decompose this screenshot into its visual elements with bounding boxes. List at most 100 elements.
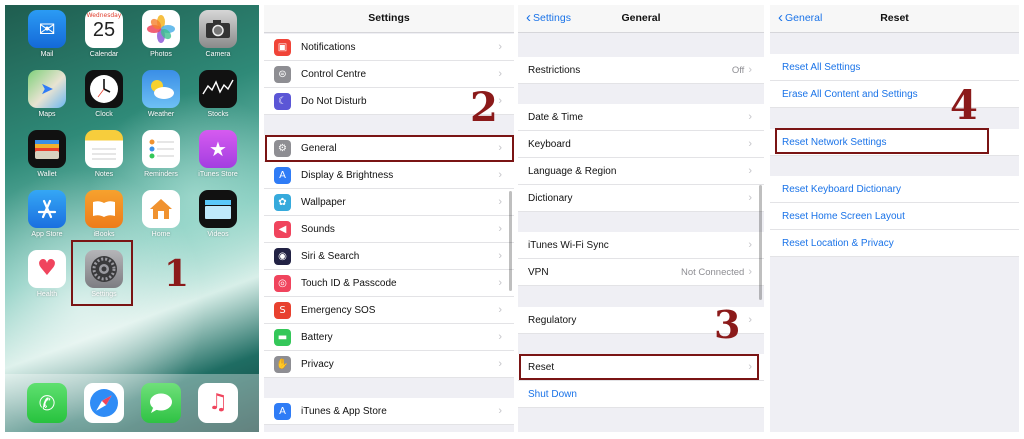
app-wallet[interactable]: Wallet <box>22 130 72 178</box>
row-label: Keyboard <box>528 138 571 150</box>
app-label: Home <box>151 231 171 238</box>
app-photos[interactable]: Photos <box>136 10 186 58</box>
app-store-icon: A <box>274 402 291 420</box>
chevron-right-icon: › <box>498 331 502 343</box>
home-icon <box>142 190 180 228</box>
row-label: Reset All Settings <box>782 61 861 73</box>
calendar-date: 25 <box>92 19 116 41</box>
general-row-date-and-time[interactable]: Date & Time › <box>518 104 764 131</box>
general-row-shut-down[interactable]: Shut Down <box>518 381 764 408</box>
row-label: Wallpaper <box>301 196 346 208</box>
row-detail: Off <box>731 64 745 76</box>
settings-row-privacy[interactable]: ✋ Privacy › <box>264 351 514 378</box>
chevron-right-icon: › <box>748 64 752 76</box>
app-label: Videos <box>207 231 229 238</box>
app-clock[interactable]: Clock <box>79 70 129 118</box>
settings-row-siri-and-search[interactable]: ◉ Siri & Search › <box>264 243 514 270</box>
chevron-right-icon: › <box>498 196 502 208</box>
chevron-right-icon: › <box>498 41 502 53</box>
dock-music[interactable]: ♫ <box>193 383 243 423</box>
app-weather[interactable]: Weather <box>136 70 186 118</box>
app-health[interactable]: ♥ Health <box>22 250 72 298</box>
scrollbar[interactable] <box>509 191 512 291</box>
app-reminders[interactable]: Reminders <box>136 130 186 178</box>
app-maps[interactable]: ➤ Maps <box>22 70 72 118</box>
step-2-highlight <box>265 135 514 162</box>
row-detail: Not Connected <box>680 266 745 278</box>
calendar-icon: Wednesday 25 <box>85 10 123 48</box>
settings-row-notifications[interactable]: ▣ Notifications › <box>264 34 514 61</box>
app-label: Stocks <box>207 111 229 118</box>
general-row-vpn[interactable]: VPN Not Connected › <box>518 259 764 286</box>
app-label: Calendar <box>89 51 119 58</box>
settings-row-display-and-brightness[interactable]: A Display & Brightness › <box>264 162 514 189</box>
settings-row-itunes-and-app-store[interactable]: AiTunes & App Store › <box>264 398 514 425</box>
reset-row-erase-all-content-and-settings[interactable]: Erase All Content and Settings <box>770 81 1019 108</box>
app-ibooks[interactable]: iBooks <box>79 190 129 238</box>
settings-row-battery[interactable]: ▬ Battery › <box>264 324 514 351</box>
dock: ✆ ♫ <box>5 374 259 432</box>
battery-icon: ▬ <box>274 328 291 346</box>
general-row-language-and-region[interactable]: Language & Region › <box>518 158 764 185</box>
dock-phone[interactable]: ✆ <box>22 383 72 423</box>
row-label: iTunes Wi-Fi Sync <box>528 239 609 251</box>
row-label: Reset Keyboard Dictionary <box>782 183 901 195</box>
reset-row-reset-location-and-privacy[interactable]: Reset Location & Privacy <box>770 230 1019 257</box>
general-row-itunes-wi-fi-sync[interactable]: iTunes Wi-Fi Sync › <box>518 232 764 259</box>
app-calendar[interactable]: Wednesday 25 Calendar <box>79 10 129 58</box>
dock-safari[interactable] <box>79 383 129 423</box>
step-4-highlight <box>775 128 989 154</box>
chevron-right-icon: › <box>498 304 502 316</box>
settings-row-sounds[interactable]: ◀ Sounds › <box>264 216 514 243</box>
app-videos[interactable]: Videos <box>193 190 243 238</box>
videos-icon <box>199 190 237 228</box>
app-label: Wallet <box>37 171 57 178</box>
app-label: Reminders <box>144 171 178 178</box>
reset-row-reset-all-settings[interactable]: Reset All Settings <box>770 54 1019 81</box>
row-label: Privacy <box>301 358 334 370</box>
app-itunes-store[interactable]: ★ iTunes Store <box>193 130 243 178</box>
row-label: Restrictions <box>528 64 581 76</box>
row-label: Do Not Disturb <box>301 95 367 107</box>
app-home[interactable]: Home <box>136 190 186 238</box>
step-4-number: 4 <box>950 82 978 129</box>
row-label: Emergency SOS <box>301 304 376 316</box>
display-icon: A <box>274 166 291 184</box>
row-label: Shut Down <box>528 388 577 400</box>
app-notes[interactable]: Notes <box>79 130 129 178</box>
reset-row-reset-home-screen-layout[interactable]: Reset Home Screen Layout <box>770 203 1019 230</box>
general-row-keyboard[interactable]: Keyboard › <box>518 131 764 158</box>
app-mail[interactable]: ✉ Mail <box>22 10 72 58</box>
app-camera[interactable]: Camera <box>193 10 243 58</box>
safari-icon <box>84 383 124 423</box>
settings-row-emergency-sos[interactable]: S Emergency SOS › <box>264 297 514 324</box>
app-stocks[interactable]: Stocks <box>193 70 243 118</box>
reset-row-reset-keyboard-dictionary[interactable]: Reset Keyboard Dictionary <box>770 176 1019 203</box>
row-label: iTunes & App Store <box>301 405 387 417</box>
chevron-right-icon: › <box>748 111 752 123</box>
row-label: Language & Region <box>528 165 617 177</box>
music-icon: ♫ <box>198 383 238 423</box>
settings-row-touch-id-and-passcode[interactable]: ◎ Touch ID & Passcode › <box>264 270 514 297</box>
app-label: Maps <box>38 111 56 118</box>
app-label: Notes <box>94 171 114 178</box>
control-centre-icon: ⊜ <box>274 65 291 83</box>
app-label: Camera <box>205 51 231 58</box>
scrollbar[interactable] <box>759 185 762 300</box>
chevron-right-icon: › <box>498 223 502 235</box>
app-label: iTunes Store <box>198 171 238 178</box>
page-title: Settings <box>368 12 410 24</box>
wallet-icon <box>28 130 66 168</box>
app-store-icon <box>28 190 66 228</box>
row-label: Reset Home Screen Layout <box>782 210 905 222</box>
settings-row-wallpaper[interactable]: ✿ Wallpaper › <box>264 189 514 216</box>
fingerprint-icon: ◎ <box>274 274 291 292</box>
app-app-store[interactable]: App Store <box>22 190 72 238</box>
messages-icon <box>141 383 181 423</box>
general-row-restrictions[interactable]: Restrictions Off › <box>518 57 764 84</box>
sounds-icon: ◀ <box>274 220 291 238</box>
general-row-dictionary[interactable]: Dictionary › <box>518 185 764 212</box>
moon-icon: ☾ <box>274 92 291 110</box>
dock-messages[interactable] <box>136 383 186 423</box>
reset-navbar: ‹ General Reset <box>770 5 1019 33</box>
